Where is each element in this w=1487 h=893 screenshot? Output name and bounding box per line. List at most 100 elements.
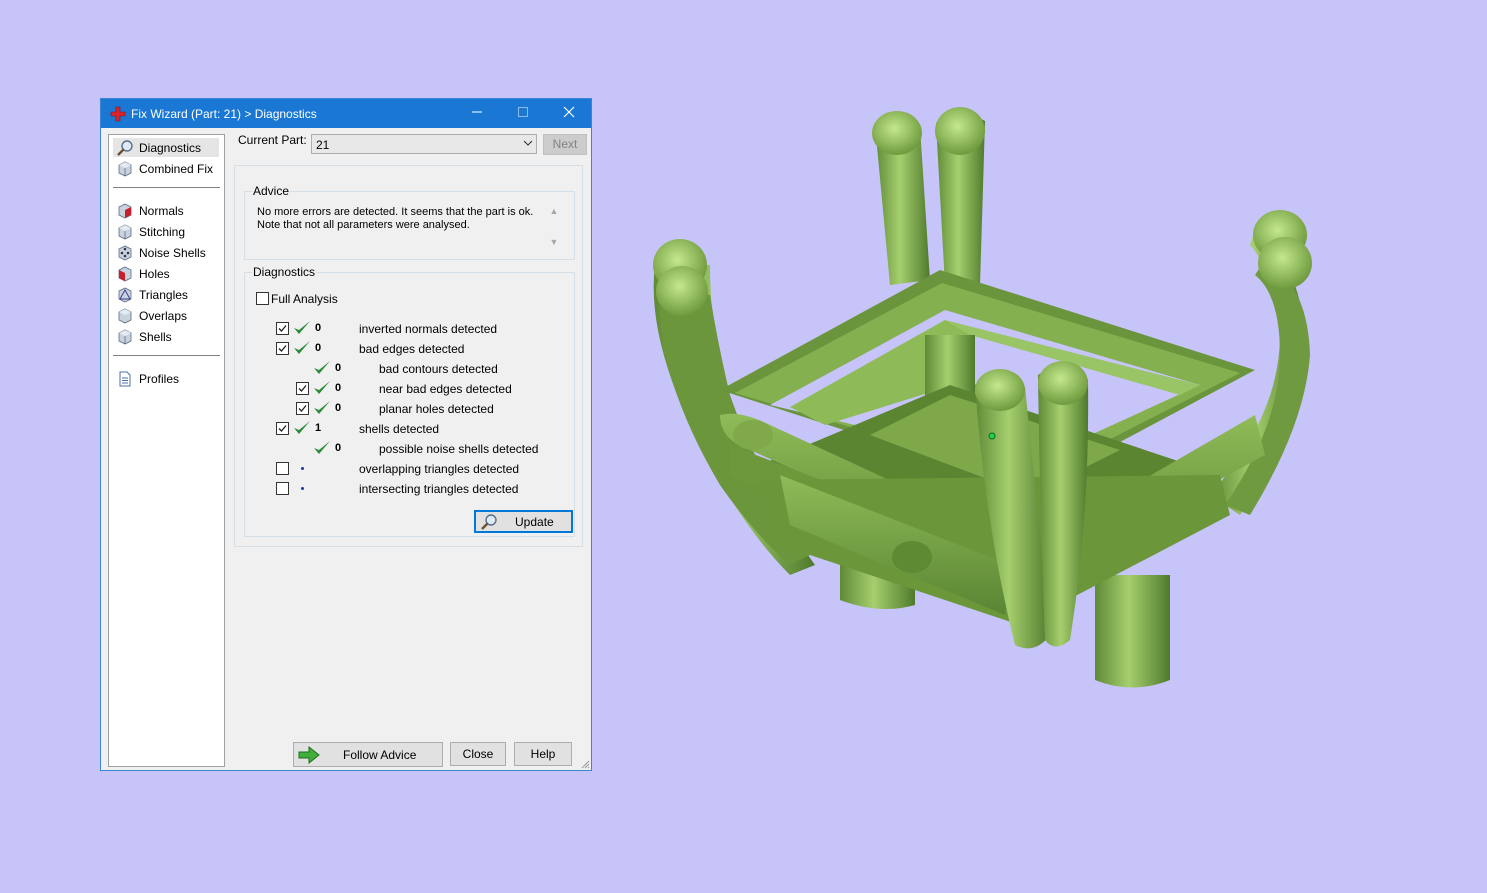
planar-holes-text: planar holes detected	[379, 402, 494, 416]
red-cross-icon	[110, 106, 126, 122]
advice-line-1: No more errors are detected. It seems th…	[257, 206, 534, 218]
count-value: 1	[315, 422, 322, 434]
diagnostics-panel: Advice No more errors are detected. It s…	[234, 165, 583, 547]
window-title: Fix Wizard (Part: 21) > Diagnostics	[131, 107, 317, 121]
sidebar-item-stitching[interactable]: Stitching	[113, 222, 219, 241]
full-analysis-label: Full Analysis	[271, 292, 338, 306]
part-3d-model[interactable]	[640, 95, 1330, 705]
advice-group: Advice No more errors are detected. It s…	[244, 184, 575, 260]
advice-caption: Advice	[252, 184, 291, 198]
fix-wizard-window: Fix Wizard (Part: 21) > Diagnostics Diag…	[100, 98, 592, 771]
inverted-normals-checkbox[interactable]	[276, 322, 289, 335]
noise-shells-text: possible noise shells detected	[379, 442, 539, 456]
cube-icon	[118, 308, 132, 324]
near-bad-edges-checkbox[interactable]	[296, 382, 309, 395]
bad-edges-text: bad edges detected	[359, 342, 465, 356]
next-button[interactable]: Next	[543, 134, 587, 155]
count-value: 0	[315, 342, 322, 354]
sidebar-item-shells[interactable]: Shells	[113, 327, 219, 346]
bad-contours-text: bad contours detected	[379, 362, 498, 376]
diagnostics-caption: Diagnostics	[252, 265, 317, 279]
sidebar-divider	[113, 187, 220, 188]
bad-edges-checkbox[interactable]	[276, 342, 289, 355]
count-value: 0	[335, 382, 342, 394]
ok-check-icon	[294, 321, 310, 334]
sidebar-item-label: Holes	[139, 267, 170, 281]
advice-text: No more errors are detected. It seems th…	[257, 206, 547, 232]
follow-advice-label: Follow Advice	[343, 748, 417, 762]
sidebar-item-label: Triangles	[139, 288, 188, 302]
count-value: 0	[335, 442, 342, 454]
sidebar-item-label: Profiles	[139, 372, 180, 386]
minimize-icon	[472, 111, 482, 113]
ok-check-icon	[294, 421, 310, 434]
ok-check-icon	[314, 381, 330, 394]
check-mark-icon	[278, 425, 287, 432]
scroll-down-icon[interactable]: ▼	[547, 237, 561, 247]
help-button[interactable]: Help	[514, 742, 572, 766]
sidebar-nav: Diagnostics Combined Fix Normals Stitchi…	[108, 134, 225, 767]
check-mark-icon	[278, 345, 287, 352]
current-part-select[interactable]: 21	[311, 134, 537, 154]
sidebar-item-holes[interactable]: Holes	[113, 264, 219, 283]
count-value: 0	[335, 362, 342, 374]
current-part-value: 21	[316, 138, 330, 152]
arrow-right-icon	[298, 745, 320, 765]
check-mark-icon	[298, 385, 307, 392]
overlapping-triangles-text: overlapping triangles detected	[359, 462, 520, 476]
sidebar-item-triangles[interactable]: Triangles	[113, 285, 219, 304]
cube-icon	[118, 329, 132, 345]
sidebar-item-noise-shells[interactable]: Noise Shells	[113, 243, 219, 262]
cube-red-face-icon	[118, 203, 132, 219]
full-analysis-checkbox[interactable]	[256, 292, 269, 305]
sidebar-item-overlaps[interactable]: Overlaps	[113, 306, 219, 325]
check-mark-icon	[278, 325, 287, 332]
maximize-button[interactable]	[500, 99, 546, 128]
sidebar-item-label: Diagnostics	[139, 141, 202, 155]
shells-text: shells detected	[359, 422, 440, 436]
follow-advice-button[interactable]: Follow Advice	[293, 742, 443, 767]
cube-icon	[118, 161, 132, 177]
sidebar-item-profiles[interactable]: Profiles	[113, 369, 219, 388]
count-value: 0	[335, 402, 342, 414]
advice-line-2: Note that not all parameters were analys…	[257, 219, 470, 231]
ok-check-icon	[314, 401, 330, 414]
sidebar-item-label: Shells	[139, 330, 172, 344]
sidebar-divider	[113, 355, 220, 356]
not-analysed-dot-icon	[301, 467, 304, 470]
sidebar-item-label: Normals	[139, 204, 184, 218]
minimize-button[interactable]	[454, 99, 500, 128]
overlapping-triangles-checkbox[interactable]	[276, 462, 289, 475]
intersecting-triangles-text: intersecting triangles detected	[359, 482, 519, 496]
cube-dots-icon	[118, 245, 132, 261]
sidebar-item-label: Stitching	[139, 225, 186, 239]
shells-checkbox[interactable]	[276, 422, 289, 435]
sidebar-item-label: Noise Shells	[139, 246, 206, 260]
not-analysed-dot-icon	[301, 487, 304, 490]
close-window-button[interactable]	[546, 99, 592, 128]
magnifier-icon	[117, 140, 133, 156]
planar-holes-checkbox[interactable]	[296, 402, 309, 415]
update-button[interactable]: Update	[474, 510, 573, 533]
inverted-normals-text: inverted normals detected	[359, 322, 498, 336]
cube-red-face-icon	[118, 266, 132, 282]
close-icon	[563, 106, 575, 118]
title-bar[interactable]: Fix Wizard (Part: 21) > Diagnostics	[101, 99, 591, 128]
check-mark-icon	[298, 405, 307, 412]
intersecting-triangles-checkbox[interactable]	[276, 482, 289, 495]
maximize-icon	[518, 107, 528, 117]
count-value: 0	[315, 322, 322, 334]
chevron-down-icon	[523, 140, 533, 146]
ok-check-icon	[314, 441, 330, 454]
sidebar-item-normals[interactable]: Normals	[113, 201, 219, 220]
cube-triangle-icon	[118, 287, 132, 303]
resize-grip-icon[interactable]	[580, 759, 590, 769]
ok-check-icon	[294, 341, 310, 354]
scroll-up-icon[interactable]: ▲	[547, 206, 561, 216]
near-bad-edges-text: near bad edges detected	[379, 382, 512, 396]
sidebar-item-combined-fix[interactable]: Combined Fix	[113, 159, 219, 178]
sidebar-item-diagnostics[interactable]: Diagnostics	[113, 138, 219, 157]
update-label: Update	[515, 515, 554, 529]
close-button[interactable]: Close	[450, 742, 506, 766]
diagnostics-group: Diagnostics Full Analysis 0 inverted nor…	[244, 265, 575, 537]
